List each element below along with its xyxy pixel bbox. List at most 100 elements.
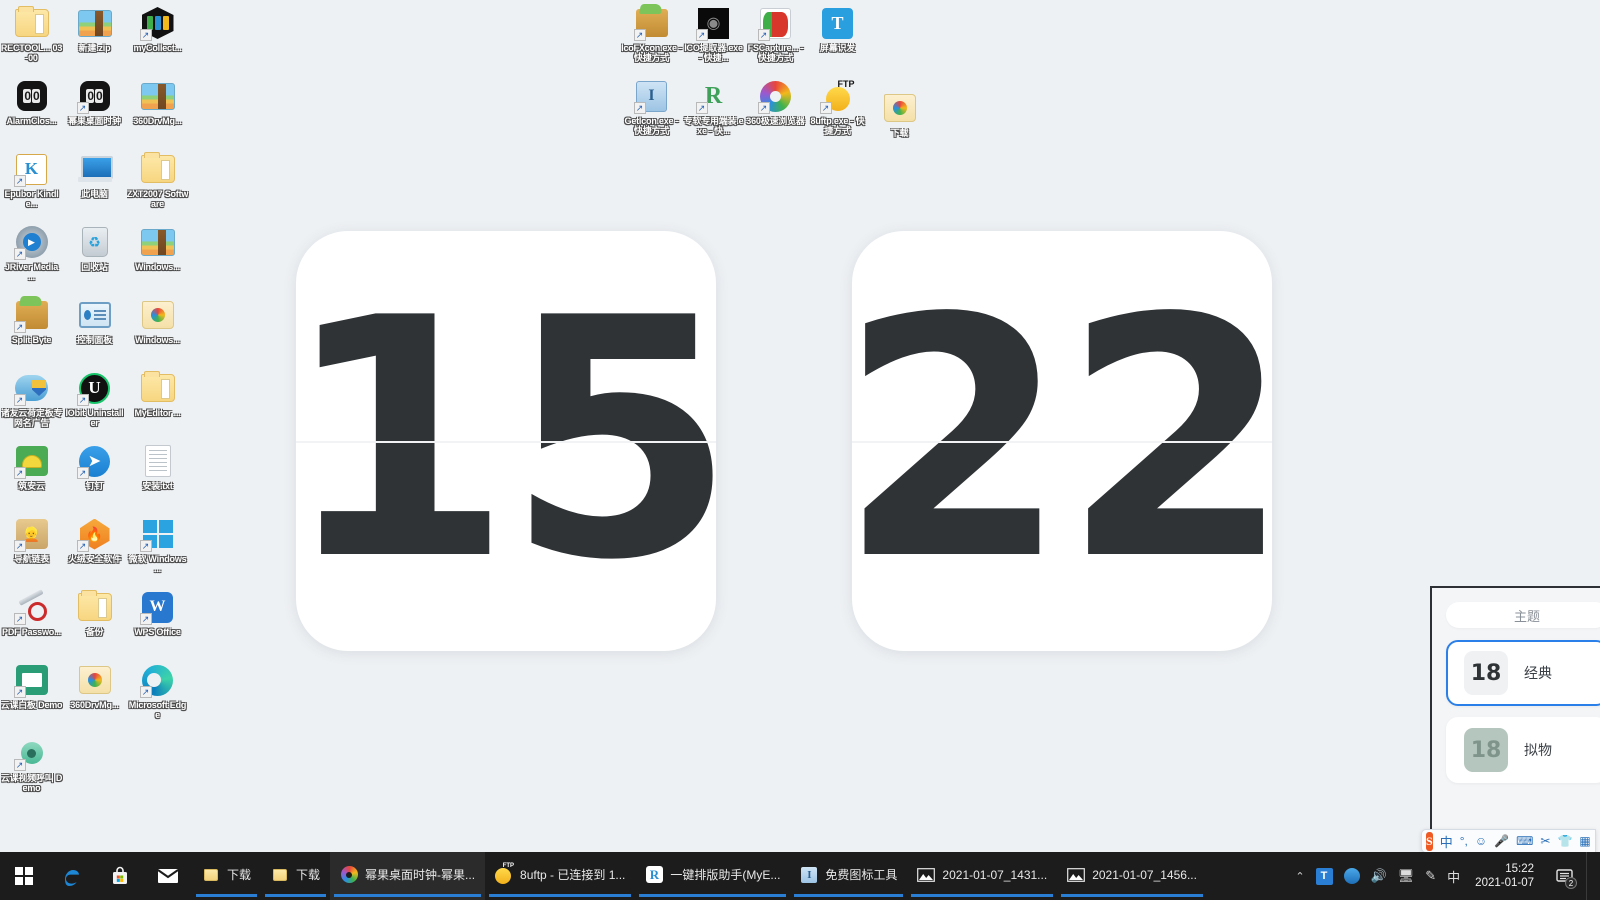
notification-center-button[interactable]: 2 <box>1553 865 1577 889</box>
desktop-icon[interactable]: ▶ ↗ JRiver Media ... <box>0 219 63 292</box>
taskbar-pin-edge[interactable] <box>48 852 96 900</box>
taskbar-clock[interactable]: 15:22 2021-01-07 <box>1471 862 1542 890</box>
desktop-icon-label: 360极速浏览器 <box>746 116 805 126</box>
tray-pen-icon[interactable]: ✎ <box>1425 868 1436 884</box>
taskbar-task[interactable]: 2021-01-07_1456... <box>1057 852 1207 900</box>
desktop-icon[interactable]: ↗ 诸友云荷定板专网名广告 <box>0 365 63 438</box>
desktop-icon[interactable]: ↗ 360极速浏览器 <box>744 73 807 146</box>
shortcut-arrow-icon: ↗ <box>139 540 152 552</box>
desktop-icon-label: WPS Office <box>134 627 181 637</box>
this-pc-icon <box>77 151 113 187</box>
taskbar[interactable]: 下载 下载 幂果桌面时钟-幂果... FTP 8uftp - 已连接到 1... R 一键排… <box>0 852 1600 900</box>
ime-keyboard-icon[interactable]: ⌨ <box>1516 834 1533 848</box>
recycle-bin-icon: ♻ <box>77 224 113 260</box>
tray-expand-chevron-icon[interactable]: ⌃ <box>1295 870 1304 883</box>
tray-ime-indicator[interactable]: 中 <box>1447 867 1460 886</box>
taskbar-pin-mail[interactable] <box>144 852 192 900</box>
sogou-ime-toolbar[interactable]: S 中 °, ☺ 🎤 ⌨ ✂ 👕 ▦ <box>1421 829 1596 853</box>
flip-clock-minute-card[interactable]: 22 <box>852 231 1272 651</box>
tray-tencent-icon[interactable] <box>1343 868 1360 884</box>
desktop-icon[interactable]: ◉ ↗ ICO提取器.exe - 快捷... <box>682 0 745 73</box>
theme-panel-header: 主题 <box>1446 602 1600 628</box>
theme-option[interactable]: 18 拟物 <box>1446 717 1600 783</box>
ime-voice-icon[interactable]: 🎤 <box>1494 834 1509 848</box>
desktop-icon[interactable]: 0 0 AlarmClos... <box>0 73 63 146</box>
desktop-icon[interactable]: K ↗ Epubor Kindle... <box>0 146 63 219</box>
desktop-icon[interactable]: ➤ ↗ 钉钉 <box>63 438 126 511</box>
desktop-icon[interactable]: Windows... <box>126 292 189 365</box>
ime-toolbox-icon[interactable]: ▦ <box>1579 834 1590 848</box>
tray-tim-icon[interactable]: T <box>1315 867 1333 885</box>
desktop-icon[interactable]: ↗ Microsoft Edge <box>126 657 189 730</box>
ime-emoji-icon[interactable]: ☺ <box>1475 834 1487 848</box>
flip-clock-hour-card[interactable]: 15 <box>296 231 716 651</box>
image-icon <box>917 866 936 884</box>
folder-icon <box>77 589 113 625</box>
taskbar-task[interactable]: R 一键排版助手(MyE... <box>635 852 790 900</box>
shortcut-arrow-icon: ↗ <box>819 102 832 114</box>
taskbar-task[interactable]: 下载 <box>192 852 261 900</box>
desktop-icon[interactable]: 控制面板 <box>63 292 126 365</box>
desktop-icon[interactable]: 0 0 ↗ 幂果桌面时钟 <box>63 73 126 146</box>
desktop-icon[interactable]: 此电脑 <box>63 146 126 219</box>
system-tray[interactable]: ⌃ T 🔊 🖥 ✎ 中 15:22 2021-01-07 2 <box>1295 852 1600 900</box>
taskbar-task-label: 下载 <box>296 868 321 882</box>
ime-skin-icon[interactable]: 👕 <box>1557 834 1572 848</box>
desktop-icon[interactable]: ↗ 云课白板 Demo <box>0 657 63 730</box>
show-desktop-button[interactable] <box>1586 852 1592 900</box>
ime-punctuation-icon[interactable]: °, <box>1460 834 1468 848</box>
tray-network-icon[interactable]: 🖥 <box>1398 868 1415 884</box>
tray-volume-icon[interactable]: 🔊 <box>1371 868 1387 884</box>
desktop-icon[interactable]: U ↗ IObit Uninstaller <box>63 365 126 438</box>
desktop-icon-label: 筑安云 <box>18 481 45 491</box>
theme-settings-panel[interactable]: 主题 18 经典 18 拟物 <box>1430 586 1600 852</box>
sogou-logo-icon[interactable]: S <box>1426 831 1433 851</box>
desktop-icon-label: JRiver Media ... <box>4 262 59 282</box>
desktop-icon[interactable]: ↗ IcoFXcon.exe - 快捷方式 <box>620 0 683 73</box>
desktop-background[interactable]: RECTOOL... 03-00 新建.zip ↗ myCollect... 0 0 Ala… <box>0 0 1600 853</box>
notification-badge: 2 <box>1565 877 1577 889</box>
taskbar-pin-store[interactable] <box>96 852 144 900</box>
zip-archive-icon <box>140 224 176 260</box>
taskbar-task[interactable]: 幂果桌面时钟-幂果... <box>330 852 486 900</box>
desktop-icon[interactable]: ↗ 云课视频呼叫 Demo <box>0 730 63 803</box>
taskbar-task[interactable]: I 免费图标工具 <box>790 852 907 900</box>
ime-mode-chinese-icon[interactable]: 中 <box>1440 832 1453 851</box>
desktop-icon[interactable]: ↗ FSCapture... - 快捷方式 <box>744 0 807 73</box>
shortcut-arrow-icon: ↗ <box>13 759 26 771</box>
desktop-icon[interactable]: 下载 <box>868 85 931 158</box>
desktop-icon[interactable]: R ↗ 专软专用端装.exe - 快... <box>682 73 745 146</box>
desktop-icon[interactable]: T 屏幕识发 <box>806 0 869 73</box>
desktop-icon[interactable]: 360DrvMg... <box>63 657 126 730</box>
desktop-icon[interactable]: ♻ 回收站 <box>63 219 126 292</box>
desktop-icon[interactable]: RECTOOL... 03-00 <box>0 0 63 73</box>
desktop-icon[interactable]: ↗ Split Byte <box>0 292 63 365</box>
desktop-icon-label: 屏幕识发 <box>819 43 856 53</box>
ime-screenshot-icon[interactable]: ✂ <box>1540 834 1550 848</box>
desktop-icon[interactable]: Windows... <box>126 219 189 292</box>
desktop-icon[interactable]: ↗ 筑安云 <box>0 438 63 511</box>
theme-option[interactable]: 18 经典 <box>1446 640 1600 706</box>
desktop-icon[interactable]: ZXT2007 Software <box>126 146 189 219</box>
screen-text-icon: T <box>820 5 856 41</box>
desktop-icon[interactable]: 🔥 ↗ 火绒安全软件 <box>63 511 126 584</box>
taskbar-task[interactable]: 下载 <box>261 852 330 900</box>
desktop-icon[interactable]: MyEditor ... <box>126 365 189 438</box>
desktop-icon[interactable]: ↗ myCollect... <box>126 0 189 73</box>
huorong-icon: 🔥 ↗ <box>76 516 113 552</box>
desktop-icon[interactable]: W ↗ WPS Office <box>126 584 189 657</box>
folder-icon <box>140 370 176 406</box>
desktop-icon[interactable]: 安装.txt <box>126 438 189 511</box>
desktop-icon[interactable]: 👱 ↗ 导航链表 <box>0 511 63 584</box>
desktop-icon[interactable]: 新建.zip <box>63 0 126 73</box>
desktop-icon[interactable]: 360DrvMg... <box>126 73 189 146</box>
desktop-icon[interactable]: ↗ 微软 Windows ... <box>126 511 189 584</box>
start-button[interactable] <box>0 852 48 900</box>
desktop-icon[interactable]: 备份 <box>63 584 126 657</box>
taskbar-task[interactable]: 2021-01-07_1431... <box>907 852 1057 900</box>
desktop-icon[interactable]: ↗ PDF Passwo... <box>0 584 63 657</box>
desktop-icon[interactable]: FTP ↗ 8uftp.exe - 快捷方式 <box>806 73 869 146</box>
desktop-icon[interactable]: I ↗ GetIcon.exe - 快捷方式 <box>620 73 683 146</box>
flip-clock-widget[interactable]: 15 22 <box>296 231 1272 651</box>
taskbar-task[interactable]: FTP 8uftp - 已连接到 1... <box>485 852 635 900</box>
